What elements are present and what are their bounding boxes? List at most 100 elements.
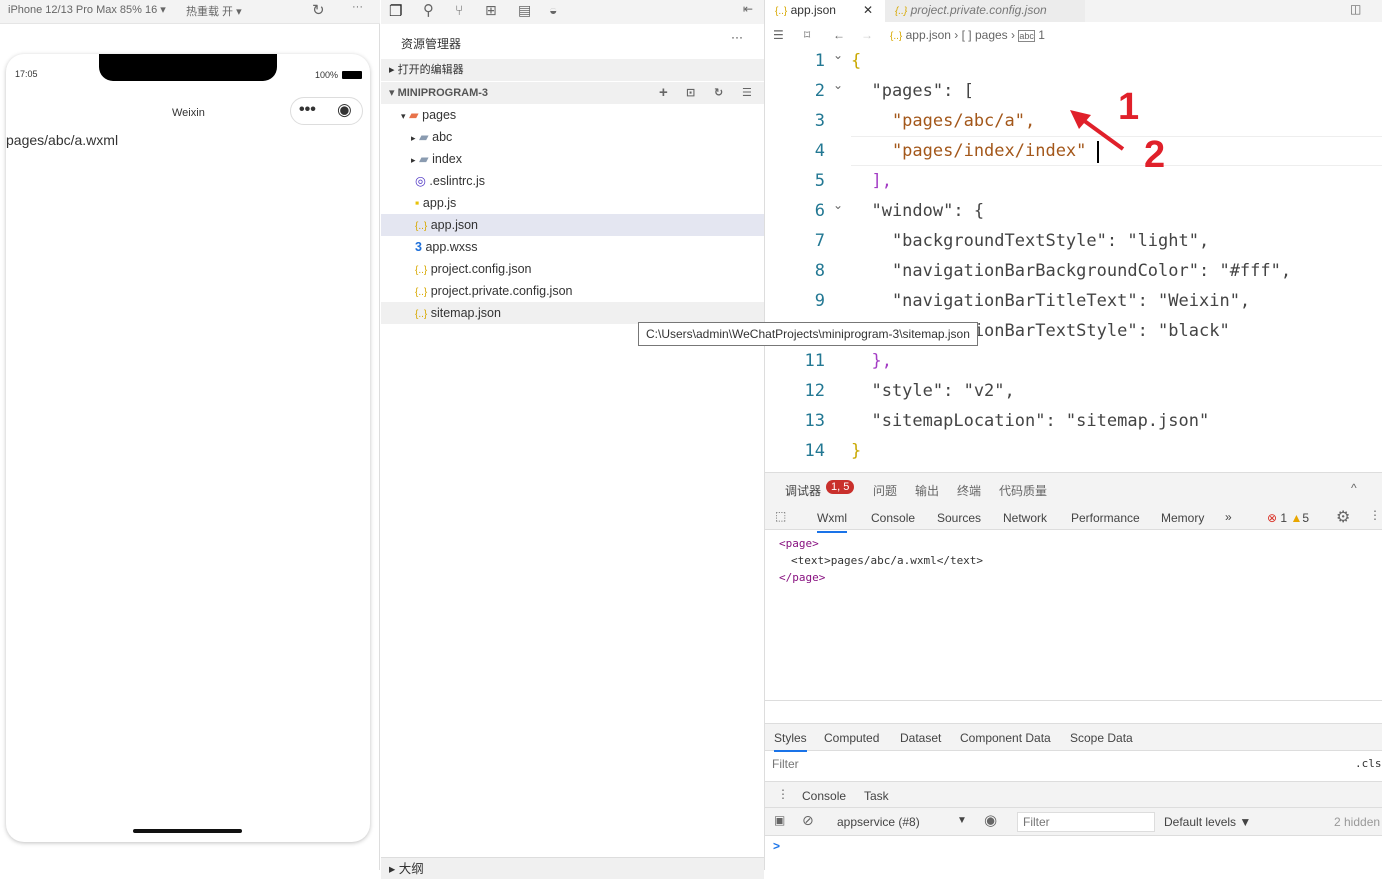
new-file-icon[interactable]: + <box>659 82 668 104</box>
panel-network[interactable]: Network <box>1003 511 1047 525</box>
drawer-menu-icon[interactable]: ⋮ <box>777 787 789 801</box>
console-toolbar: ▣ ⊘ appservice (#8) ▼ ◉ Default levels ▼… <box>765 808 1382 836</box>
tree-item-app-json[interactable]: {..} app.json <box>381 214 764 236</box>
tree-item-index[interactable]: ▸ ▰ index <box>381 148 764 170</box>
device-select[interactable]: iPhone 12/13 Pro Max 85% 16 ▾ <box>8 3 166 16</box>
docker-icon[interactable]: ◒ <box>549 2 557 18</box>
panel-sources[interactable]: Sources <box>937 511 981 525</box>
breadcrumb-pages[interactable]: [ ] pages <box>962 28 1008 42</box>
wxml-node-text[interactable]: <text>pages/abc/a.wxml</text> <box>779 552 983 569</box>
panel-wxml[interactable]: Wxml <box>817 511 847 533</box>
console-filter-input[interactable] <box>1017 812 1155 832</box>
tab-project-private-config[interactable]: {..} project.private.config.json <box>885 0 1085 22</box>
tree-item-eslintrc[interactable]: ◎ .eslintrc.js <box>381 170 764 192</box>
fold-chevron-icon[interactable]: ⌄ <box>833 78 843 92</box>
new-folder-icon[interactable]: ⊡ <box>686 82 695 104</box>
breadcrumb-item[interactable]: 1 <box>1038 28 1045 42</box>
fold-chevron-icon[interactable]: ⌄ <box>833 48 843 62</box>
fold-chevron-icon[interactable]: ⌄ <box>833 198 843 212</box>
tab-output[interactable]: 输出 <box>915 482 939 499</box>
panel-memory[interactable]: Memory <box>1161 511 1204 525</box>
storage-icon[interactable]: ▤ <box>518 2 531 19</box>
outline-section[interactable]: ▸ 大纲 <box>381 857 764 879</box>
cls-button[interactable]: .cls <box>1355 757 1382 770</box>
tab-problems[interactable]: 问题 <box>873 482 897 499</box>
tab-component-data[interactable]: Component Data <box>960 731 1051 745</box>
console-prompt[interactable]: > <box>773 839 780 853</box>
extensions-icon[interactable]: ⊞ <box>485 2 497 19</box>
split-editor-icon[interactable]: ◫ <box>1350 2 1361 16</box>
code-line[interactable]: "backgroundTextStyle": "light", <box>851 226 1209 256</box>
clear-console-icon[interactable]: ⊘ <box>802 812 814 829</box>
panel-performance[interactable]: Performance <box>1071 511 1140 525</box>
code-line[interactable]: "pages/abc/a", <box>851 106 1035 136</box>
chevron-up-icon[interactable]: ^ <box>1351 481 1357 495</box>
code-line[interactable]: } <box>851 436 861 466</box>
tree-item-app-wxss[interactable]: 3 app.wxss <box>381 236 764 258</box>
tab-task[interactable]: Task <box>864 789 889 803</box>
code-line[interactable]: "style": "v2", <box>851 376 1014 406</box>
line-number: 1 <box>814 51 825 71</box>
tree-item-app-js[interactable]: ▪ app.js <box>381 192 764 214</box>
bookmark-icon[interactable]: ⌑ <box>804 25 810 45</box>
tab-dataset[interactable]: Dataset <box>900 731 941 745</box>
inspect-icon[interactable]: ⬚ <box>775 509 786 523</box>
search-icon[interactable]: ⚲ <box>423 1 434 19</box>
annotation-2: 2 <box>1144 134 1166 176</box>
status-battery: 100% <box>315 70 339 80</box>
refresh-icon[interactable]: ↻ <box>312 1 325 19</box>
simulator-toolbar: iPhone 12/13 Pro Max 85% 16 ▾ 热重载 开 ▾ ↻ … <box>0 0 380 24</box>
more-panels-icon[interactable]: » <box>1225 510 1232 524</box>
code-line[interactable]: "pages": [ <box>851 76 973 106</box>
list-icon[interactable]: ☰ <box>773 25 784 45</box>
tab-styles[interactable]: Styles <box>774 731 807 752</box>
code-line[interactable]: "pages/index/index" <box>851 136 1086 166</box>
collapse-all-icon[interactable]: ☰ <box>742 82 752 104</box>
forward-icon[interactable]: → <box>861 25 873 45</box>
context-select[interactable]: appservice (#8) <box>837 815 920 829</box>
tab-debugger[interactable]: 调试器 <box>785 482 822 505</box>
code-line[interactable]: { <box>851 46 861 76</box>
collapse-panel-icon[interactable]: ⇤ <box>743 2 753 16</box>
tab-console-drawer[interactable]: Console <box>794 789 855 810</box>
back-icon[interactable]: ← <box>833 25 845 45</box>
tab-code-quality[interactable]: 代码质量 <box>999 482 1047 499</box>
project-section[interactable]: ▾ MINIPROGRAM-3 + ⊡ ↻ ☰ <box>381 82 764 104</box>
tab-scope-data[interactable]: Scope Data <box>1070 731 1133 745</box>
eye-icon[interactable]: ◉ <box>984 811 997 829</box>
tree-item-project-private-config[interactable]: {..} project.private.config.json <box>381 280 764 302</box>
code-line[interactable]: }, <box>851 346 891 376</box>
log-levels-select[interactable]: Default levels ▼ <box>1164 815 1251 829</box>
panel-console[interactable]: Console <box>871 511 915 525</box>
code-line[interactable]: "navigationBarBackgroundColor": "#fff", <box>851 256 1291 286</box>
refresh-icon[interactable]: ↻ <box>714 82 723 104</box>
hot-reload-toggle[interactable]: 热重载 开 ▾ <box>186 3 242 19</box>
explorer-more-icon[interactable]: ··· <box>731 30 743 44</box>
files-icon[interactable]: ❐ <box>389 2 402 20</box>
code-line[interactable]: ], <box>851 166 891 196</box>
tab-computed[interactable]: Computed <box>824 731 879 745</box>
wxml-node-page[interactable]: <page> <box>779 535 983 552</box>
capsule-menu[interactable]: ••• ◉ <box>290 97 363 125</box>
code-line[interactable]: "navigationBarTitleText": "Weixin", <box>851 286 1250 316</box>
tab-terminal[interactable]: 终端 <box>957 482 981 499</box>
more-icon[interactable]: ··· <box>352 1 363 13</box>
tree-item-pages[interactable]: ▾ ▰ pages <box>381 104 764 126</box>
close-capsule-icon[interactable]: ◉ <box>337 100 352 120</box>
menu-dots-icon[interactable]: ••• <box>299 101 316 119</box>
kebab-icon[interactable]: ⋮ <box>1369 508 1381 522</box>
code-line[interactable]: "sitemapLocation": "sitemap.json" <box>851 406 1209 436</box>
warning-icon: ▲ <box>1290 511 1303 525</box>
sidebar-toggle-icon[interactable]: ▣ <box>774 813 785 827</box>
tree-item-project-config[interactable]: {..} project.config.json <box>381 258 764 280</box>
code-line[interactable]: "window": { <box>851 196 984 226</box>
styles-filter-input[interactable] <box>768 754 1346 774</box>
tree-item-sitemap[interactable]: {..} sitemap.json <box>381 302 764 324</box>
tree-item-abc[interactable]: ▸ ▰ abc <box>381 126 764 148</box>
gear-icon[interactable]: ⚙ <box>1336 507 1350 527</box>
tab-app-json[interactable]: {..} app.json ✕ <box>765 0 885 22</box>
source-control-icon[interactable]: ⑂ <box>455 2 463 18</box>
breadcrumb-file[interactable]: app.json <box>906 28 951 42</box>
open-editors-section[interactable]: ▸ 打开的编辑器 <box>381 59 764 81</box>
close-icon[interactable]: ✕ <box>863 0 873 20</box>
